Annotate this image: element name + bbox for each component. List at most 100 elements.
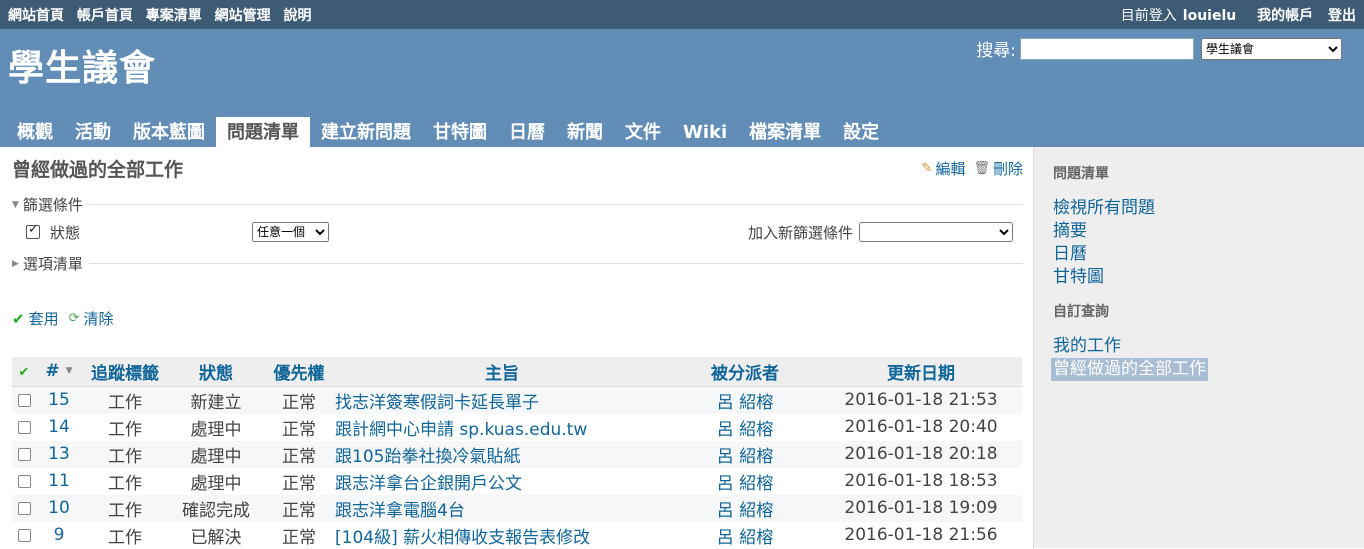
issue-assigned-link[interactable]: 呂 紹榕 bbox=[717, 393, 773, 413]
filters-legend[interactable]: ▼ 篩選條件 bbox=[0, 194, 1023, 215]
add-filter-select[interactable] bbox=[859, 222, 1013, 242]
issue-updated: 2016-01-18 18:53 bbox=[844, 471, 998, 491]
main-area: 曾經做過的全部工作 ✎ 編輯 🗑 刪除 ▼ 篩選條件 狀態 任意一個 加入新篩選… bbox=[0, 147, 1364, 548]
sidebar-item-calendar[interactable]: 日曆 bbox=[1053, 243, 1354, 266]
top-menu-left: 網站首頁 帳戶首頁 專案清單 網站管理 說明 bbox=[8, 5, 320, 25]
tab-news[interactable]: 新聞 bbox=[556, 117, 614, 147]
header-subject[interactable]: 主旨 bbox=[334, 357, 670, 387]
expanded-arrow-icon: ▼ bbox=[12, 199, 19, 210]
issue-subject-link[interactable]: 跟105跆拳社換冷氣貼紙 bbox=[335, 447, 520, 467]
header-number[interactable]: # ▼ bbox=[36, 357, 82, 387]
issue-assigned-link[interactable]: 呂 紹榕 bbox=[717, 447, 773, 467]
table-header-row: ✔ # ▼ 追蹤標籤 狀態 優先權 主旨 被分派者 更新日期 bbox=[12, 357, 1022, 387]
issue-priority: 正常 bbox=[282, 419, 316, 440]
issue-subject-link[interactable]: [104級] 薪火相傳收支報告表修改 bbox=[335, 528, 590, 548]
header-tracker[interactable]: 追蹤標籤 bbox=[82, 357, 168, 387]
row-checkbox-cell bbox=[12, 440, 36, 468]
check-all-icon: ✔ bbox=[18, 365, 30, 381]
issue-assigned-link[interactable]: 呂 紹榕 bbox=[717, 420, 773, 440]
sidebar-item-view-all-issues[interactable]: 檢視所有問題 bbox=[1053, 197, 1354, 220]
top-link-administration[interactable]: 網站管理 bbox=[215, 8, 271, 24]
page-title: 曾經做過的全部工作 bbox=[12, 159, 184, 181]
options-legend[interactable]: ▶ 選項清單 bbox=[0, 253, 1023, 274]
issue-assigned-link[interactable]: 呂 紹榕 bbox=[717, 501, 773, 521]
issue-id: 9 bbox=[36, 522, 82, 549]
tab-activity[interactable]: 活動 bbox=[64, 117, 122, 147]
issue-status: 處理中 bbox=[168, 440, 264, 468]
top-link-projects[interactable]: 專案清單 bbox=[146, 8, 202, 24]
logged-in-user-link[interactable]: louielu bbox=[1183, 8, 1236, 24]
my-account-link[interactable]: 我的帳戶 bbox=[1257, 8, 1313, 24]
issue-subject-link[interactable]: 跟計網中心申請 sp.kuas.edu.tw bbox=[335, 420, 587, 440]
row-checkbox-cell bbox=[12, 494, 36, 522]
tab-documents[interactable]: 文件 bbox=[614, 117, 672, 147]
reload-icon: ⟳ bbox=[68, 311, 80, 326]
issue-priority: 正常 bbox=[264, 494, 334, 522]
edit-query-link[interactable]: 編輯 bbox=[935, 158, 965, 179]
issue-assigned-link[interactable]: 呂 紹榕 bbox=[717, 528, 773, 548]
issue-priority: 正常 bbox=[282, 473, 316, 494]
sidebar-item-all-done-work-label: 曾經做過的全部工作 bbox=[1051, 358, 1208, 381]
sidebar-custom-queries-heading: 自訂查詢 bbox=[1053, 304, 1109, 320]
top-link-home[interactable]: 網站首頁 bbox=[8, 8, 64, 24]
tab-overview[interactable]: 概觀 bbox=[6, 117, 64, 147]
project-jump-select[interactable]: 學生議會 bbox=[1201, 37, 1342, 60]
tab-settings[interactable]: 設定 bbox=[832, 117, 890, 147]
header-priority[interactable]: 優先權 bbox=[264, 357, 334, 387]
top-link-my-page[interactable]: 帳戶首頁 bbox=[77, 8, 133, 24]
header-assigned[interactable]: 被分派者 bbox=[670, 357, 820, 387]
tab-wiki[interactable]: Wiki bbox=[672, 117, 738, 147]
tab-issues[interactable]: 問題清單 bbox=[216, 117, 310, 147]
row-checkbox[interactable] bbox=[17, 420, 31, 434]
filter-status-row: 狀態 任意一個 加入新篩選條件 bbox=[12, 215, 1023, 249]
row-checkbox[interactable] bbox=[17, 501, 31, 515]
sidebar-item-gantt[interactable]: 甘特圖 bbox=[1053, 266, 1354, 289]
sidebar-item-summary[interactable]: 摘要 bbox=[1053, 220, 1354, 243]
row-checkbox[interactable] bbox=[17, 393, 31, 407]
issue-tracker: 工作 bbox=[108, 527, 142, 548]
issue-tracker: 工作 bbox=[82, 440, 168, 468]
issues-table: ✔ # ▼ 追蹤標籤 狀態 優先權 主旨 被分派者 更新日期 15 工作 新建立 … bbox=[12, 357, 1022, 549]
apply-button[interactable]: 套用 bbox=[29, 308, 59, 329]
issue-subject-link[interactable]: 跟志洋拿電腦4台 bbox=[335, 501, 465, 521]
issue-assigned-link[interactable]: 呂 紹榕 bbox=[717, 474, 773, 494]
sidebar-item-my-work[interactable]: 我的工作 bbox=[1053, 335, 1354, 358]
issue-subject-link[interactable]: 跟志洋拿台企銀開戶公文 bbox=[335, 474, 522, 494]
header-updated[interactable]: 更新日期 bbox=[820, 357, 1022, 387]
issue-subject: [104級] 薪火相傳收支報告表修改 bbox=[334, 522, 670, 549]
issue-id-link[interactable]: 15 bbox=[48, 390, 70, 410]
logout-link[interactable]: 登出 bbox=[1328, 8, 1356, 24]
tab-gantt[interactable]: 甘特圖 bbox=[422, 117, 498, 147]
issue-id-link[interactable]: 11 bbox=[48, 471, 70, 491]
issue-id-link[interactable]: 14 bbox=[48, 417, 70, 437]
top-menu: 網站首頁 帳戶首頁 專案清單 網站管理 說明 目前登入 louielu 我的帳戶 … bbox=[0, 0, 1364, 29]
issue-id-link[interactable]: 9 bbox=[54, 525, 65, 545]
table-row: 13 工作 處理中 正常 跟105跆拳社換冷氣貼紙 呂 紹榕 2016-01-1… bbox=[12, 440, 1022, 468]
clear-button[interactable]: 清除 bbox=[84, 308, 114, 329]
issue-id-link[interactable]: 13 bbox=[48, 444, 70, 464]
row-checkbox[interactable] bbox=[17, 474, 31, 488]
row-checkbox[interactable] bbox=[17, 528, 31, 542]
filter-status-label: 狀態 bbox=[50, 223, 81, 242]
toggle-all-checkbox[interactable]: ✔ bbox=[12, 357, 36, 387]
filter-status-checkbox[interactable] bbox=[26, 222, 40, 239]
issue-id-link[interactable]: 10 bbox=[48, 498, 70, 518]
tab-roadmap[interactable]: 版本藍圖 bbox=[122, 117, 216, 147]
issue-status: 新建立 bbox=[168, 386, 264, 414]
filter-status-operator-select[interactable]: 任意一個 bbox=[252, 222, 330, 242]
tab-new-issue[interactable]: 建立新問題 bbox=[310, 117, 422, 147]
issue-status: 確認完成 bbox=[168, 494, 264, 522]
issue-subject-link[interactable]: 找志洋簽寒假詞卡延長單子 bbox=[335, 393, 539, 413]
delete-query-link[interactable]: 刪除 bbox=[993, 158, 1023, 179]
search-input[interactable] bbox=[1020, 37, 1194, 60]
tab-files[interactable]: 檔案清單 bbox=[738, 117, 832, 147]
top-link-help[interactable]: 說明 bbox=[284, 8, 312, 24]
sidebar-item-all-done-work[interactable]: 曾經做過的全部工作 bbox=[1051, 358, 1354, 381]
add-filter-label: 加入新篩選條件 bbox=[747, 223, 853, 242]
tab-calendar[interactable]: 日曆 bbox=[498, 117, 556, 147]
table-row: 11 工作 處理中 正常 跟志洋拿台企銀開戶公文 呂 紹榕 2016-01-18… bbox=[12, 468, 1022, 495]
filters-legend-label: 篩選條件 bbox=[22, 196, 83, 214]
header-status[interactable]: 狀態 bbox=[168, 357, 264, 387]
top-menu-right: 目前登入 louielu 我的帳戶 登出 bbox=[1111, 5, 1356, 25]
row-checkbox[interactable] bbox=[17, 447, 31, 461]
